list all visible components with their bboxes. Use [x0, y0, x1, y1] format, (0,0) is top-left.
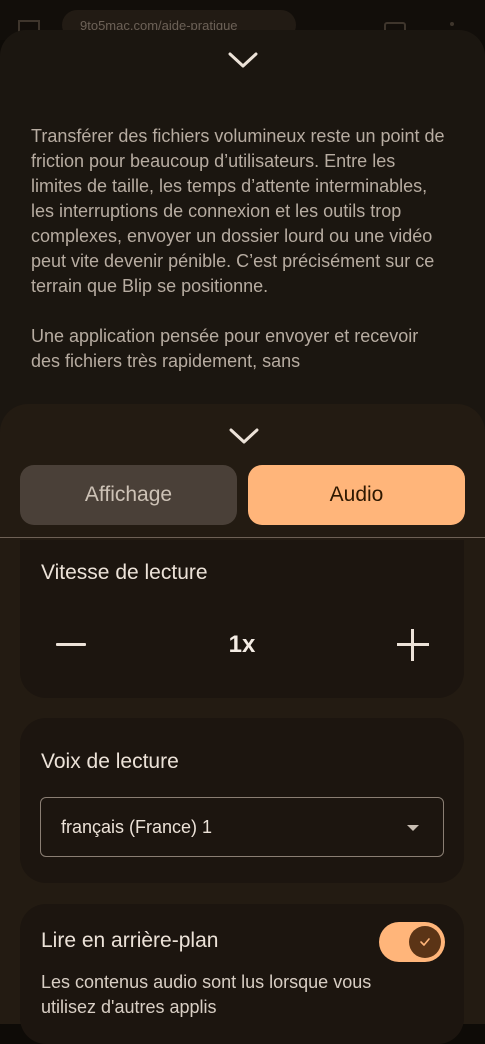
check-icon: [420, 938, 430, 946]
voice-select-value: français (France) 1: [61, 817, 213, 837]
article-text: Transférer des fichiers volumineux reste…: [31, 124, 451, 399]
background-playback-title: Lire en arrière-plan: [41, 929, 219, 952]
collapse-reader-chevron-icon[interactable]: [227, 50, 259, 70]
voice-card: Voix de lecture français (France) 1: [20, 718, 464, 883]
tabs-divider: [0, 537, 485, 538]
background-playback-description: Les contenus audio sont lus lorsque vous…: [41, 972, 372, 1017]
article-paragraph: Transférer des fichiers volumineux reste…: [31, 126, 445, 296]
background-playback-card: Lire en arrière-plan Les contenus audio …: [20, 904, 464, 1044]
settings-sheet: Affichage Audio Vitesse de lecture 1x Vo…: [0, 404, 485, 1044]
menu-icon[interactable]: [450, 22, 454, 26]
playback-speed-title: Vitesse de lecture: [41, 561, 208, 584]
voice-select[interactable]: français (France) 1: [40, 797, 444, 857]
collapse-settings-chevron-icon[interactable]: [228, 426, 260, 446]
dropdown-arrow-icon: [407, 825, 419, 831]
settings-tabs: Affichage Audio: [20, 465, 465, 525]
increase-speed-button[interactable]: [397, 629, 429, 661]
background-playback-toggle[interactable]: [379, 922, 445, 962]
article-paragraph: Une application pensée pour envoyer et r…: [31, 326, 419, 371]
toggle-knob: [409, 926, 441, 958]
playback-speed-card: Vitesse de lecture 1x: [20, 540, 464, 698]
tab-audio[interactable]: Audio: [248, 465, 465, 525]
tab-affichage[interactable]: Affichage: [20, 465, 237, 525]
voice-title: Voix de lecture: [41, 750, 179, 773]
